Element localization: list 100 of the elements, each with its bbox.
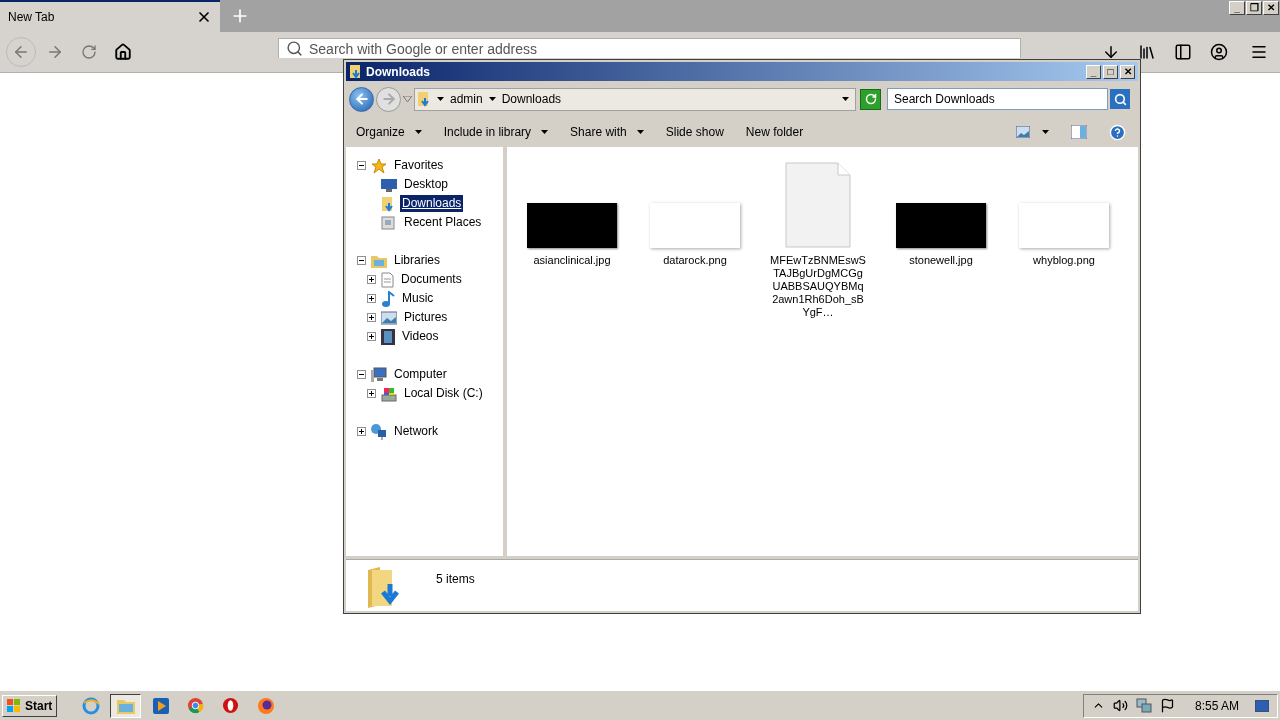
search-icon xyxy=(1113,92,1127,106)
expand-icon[interactable] xyxy=(367,389,376,398)
collapse-icon[interactable] xyxy=(357,256,366,265)
taskbar-app-button[interactable] xyxy=(110,693,142,718)
window-control-button[interactable]: _ xyxy=(1229,1,1245,15)
search-field[interactable]: Search Downloads xyxy=(887,88,1108,110)
disk-drive-icon xyxy=(381,385,397,402)
library-icon[interactable] xyxy=(1138,43,1156,61)
library-folder-icon xyxy=(371,253,387,268)
file-name[interactable]: MFEwTzBNMEswSTAJBgUrDgMCGgUABBSAUQYBMq2awn1Rh6Doh_sBYgF… xyxy=(770,254,866,319)
folder-icon xyxy=(381,195,395,212)
expand-icon[interactable] xyxy=(367,332,376,341)
caret-icon[interactable] xyxy=(636,130,644,134)
address-bar[interactable]: admin Downloads xyxy=(414,87,856,111)
caret-icon[interactable] xyxy=(541,130,549,134)
document-icon xyxy=(381,271,394,288)
item-count: 5 items xyxy=(436,571,475,588)
tree-item[interactable]: Libraries xyxy=(392,252,443,269)
caret-icon[interactable] xyxy=(1042,130,1049,134)
window-control-button[interactable]: ✕ xyxy=(1120,64,1135,79)
back-button[interactable] xyxy=(349,86,374,112)
clock[interactable]: 8:55 AM xyxy=(1194,696,1239,715)
folder-icon xyxy=(366,566,402,608)
help-icon[interactable] xyxy=(1109,123,1126,141)
file-name[interactable]: whyblog.png xyxy=(1016,254,1112,267)
home-icon xyxy=(114,43,132,61)
toolbar-button[interactable]: Include in library xyxy=(443,123,549,141)
dropdown-icon[interactable] xyxy=(403,96,412,102)
close-icon[interactable] xyxy=(196,9,212,25)
menu-icon[interactable] xyxy=(1250,43,1268,61)
expand-icon[interactable] xyxy=(367,275,376,284)
toolbar-button[interactable]: New folder xyxy=(745,123,804,141)
caret-icon[interactable] xyxy=(842,97,849,101)
file-name[interactable]: datarock.png xyxy=(647,254,743,267)
browser-tab[interactable]: New Tab xyxy=(0,0,220,32)
network-icon[interactable] xyxy=(1135,698,1152,713)
expand-icon[interactable] xyxy=(367,294,376,303)
breadcrumb-item[interactable]: admin xyxy=(450,90,483,108)
reload-icon xyxy=(81,44,97,60)
window-title: Downloads xyxy=(366,63,430,81)
globe-e-icon xyxy=(81,696,100,715)
network-icon xyxy=(371,423,387,440)
start-button[interactable]: Start xyxy=(2,694,58,717)
collapse-icon[interactable] xyxy=(357,370,366,379)
tree-item[interactable]: Desktop xyxy=(402,176,451,193)
chrome-icon xyxy=(187,697,205,714)
search-icon xyxy=(286,40,303,57)
tree-item[interactable]: Pictures xyxy=(402,309,450,326)
computer-icon xyxy=(371,366,387,383)
show-desktop-icon[interactable] xyxy=(1255,699,1269,712)
toolbar-button[interactable]: Slide show xyxy=(665,123,724,141)
recent-places-icon xyxy=(381,214,397,231)
collapse-icon[interactable] xyxy=(357,161,366,170)
film-icon xyxy=(381,328,395,345)
breadcrumb-item[interactable]: Downloads xyxy=(501,90,562,108)
file-name[interactable]: stonewell.jpg xyxy=(893,254,989,267)
tree-item[interactable]: Recent Places xyxy=(402,214,484,231)
folder-icon xyxy=(116,697,135,714)
tree-item[interactable]: Downloads xyxy=(400,195,464,212)
folder-icon xyxy=(417,91,431,107)
window-control-button[interactable]: _ xyxy=(1086,64,1101,79)
file-name[interactable]: asianclinical.jpg xyxy=(524,254,620,267)
download-icon[interactable] xyxy=(1102,43,1120,61)
windows-logo-icon xyxy=(7,698,21,713)
toolbar-button[interactable]: Share with xyxy=(570,123,644,141)
expand-icon[interactable] xyxy=(367,313,376,322)
folder-icon xyxy=(349,64,362,79)
star-icon xyxy=(371,157,387,174)
tree-item[interactable]: Network xyxy=(392,423,440,440)
blank-file-icon xyxy=(785,162,851,248)
opera-icon xyxy=(222,697,240,714)
address-field[interactable]: Search with Google or enter address xyxy=(278,38,1021,58)
view-icon[interactable] xyxy=(1016,126,1030,138)
firefox-icon xyxy=(256,696,275,715)
picture-icon xyxy=(381,310,397,325)
play-icon xyxy=(152,697,169,714)
toolbar-button[interactable]: Organize xyxy=(356,123,422,141)
expand-icon[interactable] xyxy=(357,427,366,436)
window-control-button[interactable]: ❐ xyxy=(1246,1,1262,15)
refresh-icon xyxy=(864,93,877,105)
arrow-right-icon xyxy=(380,91,397,107)
caret-icon[interactable] xyxy=(414,130,422,134)
caret-icon[interactable] xyxy=(437,97,444,101)
refresh-button[interactable] xyxy=(860,88,881,110)
tree-item[interactable]: Favorites xyxy=(392,157,446,174)
account-icon[interactable] xyxy=(1210,43,1228,61)
tree-item[interactable]: Computer xyxy=(392,366,449,383)
arrow-left-icon xyxy=(353,91,370,107)
search-button[interactable] xyxy=(1110,89,1130,109)
caret-icon[interactable] xyxy=(488,97,496,101)
tree-item[interactable]: Local Disk (C:) xyxy=(402,385,485,402)
tree-item[interactable]: Music xyxy=(400,290,436,307)
tree-item[interactable]: Documents xyxy=(399,271,464,288)
speaker-icon[interactable] xyxy=(1112,698,1128,713)
window-control-button[interactable]: ✕ xyxy=(1263,1,1279,15)
sidebar-icon[interactable] xyxy=(1174,43,1192,61)
tree-item[interactable]: Videos xyxy=(400,328,441,345)
flag-icon[interactable] xyxy=(1159,698,1175,713)
music-note-icon xyxy=(381,290,395,307)
window-control-button[interactable]: □ xyxy=(1103,64,1118,79)
